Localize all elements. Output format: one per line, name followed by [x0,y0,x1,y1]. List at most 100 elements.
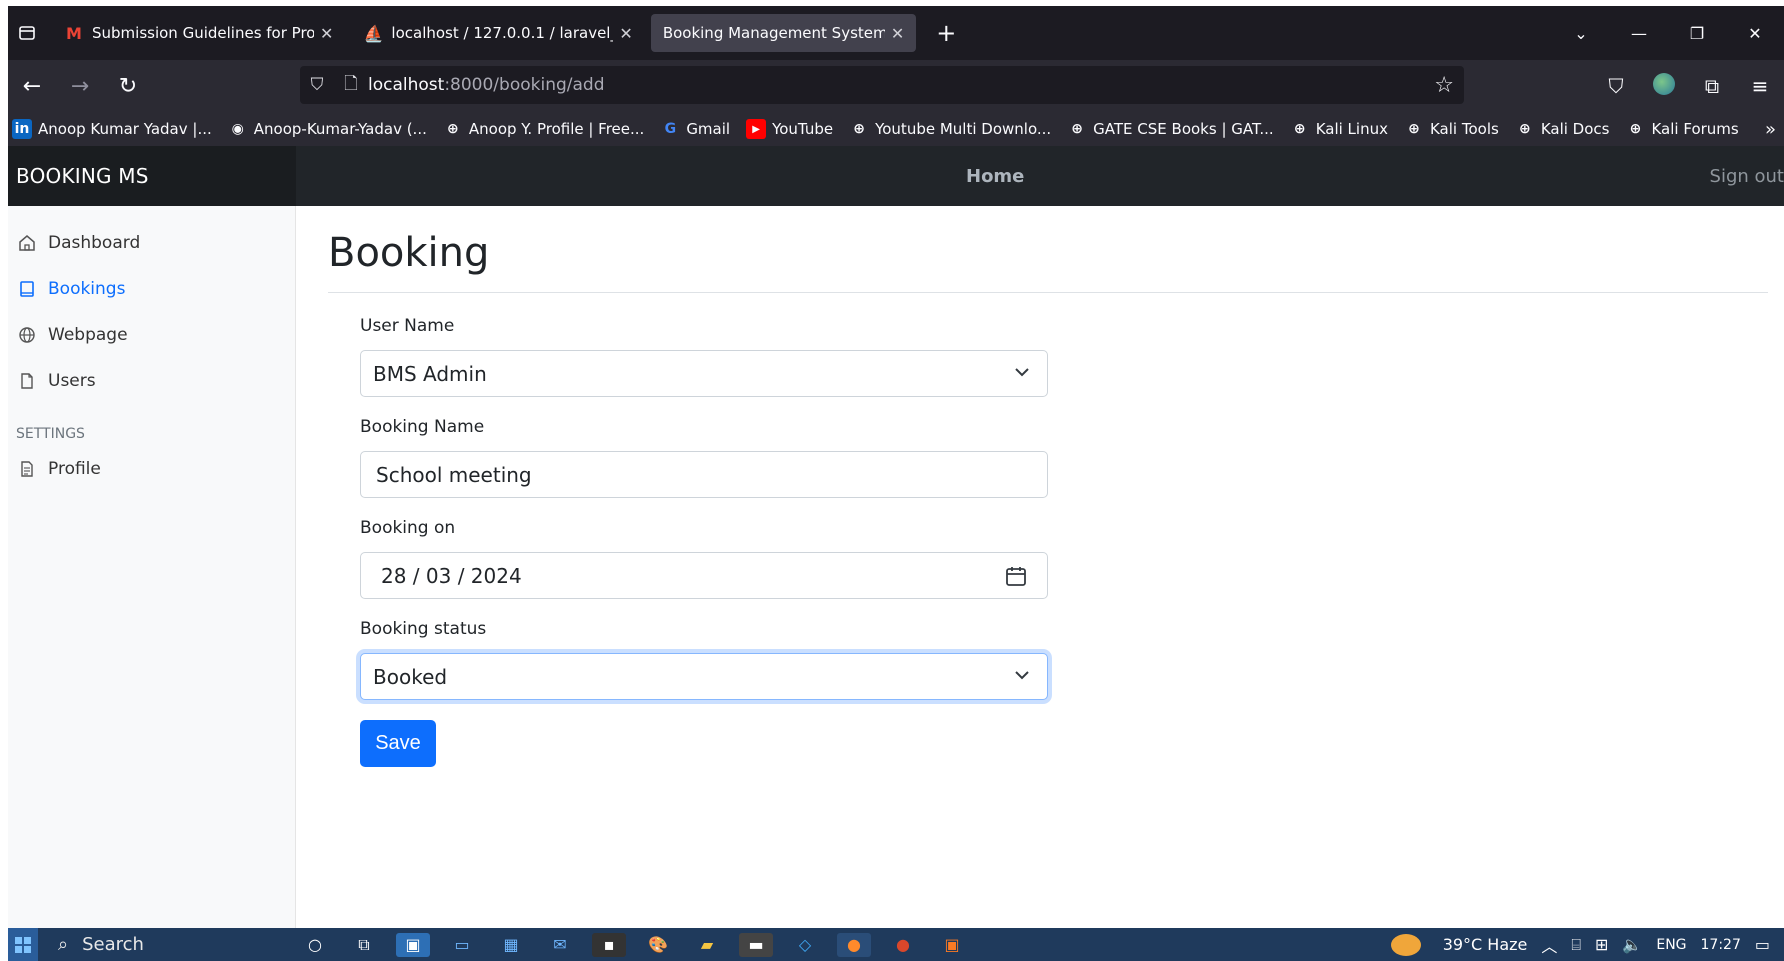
firefox-icon[interactable]: ● [837,932,871,957]
bookmark-item[interactable]: in Anoop Kumar Yadav |... [12,119,212,139]
bookmark-item[interactable]: ⊕ Kali Forums [1625,119,1739,139]
battery-icon[interactable]: ⌸ [1571,935,1581,955]
shield-icon[interactable]: ⛉ [300,75,334,95]
extensions-icon[interactable]: ⧉ [1688,74,1736,98]
booking-status-select[interactable]: Booked [360,653,1048,700]
menu-icon[interactable]: ≡ [1736,74,1784,98]
nav-home-link[interactable]: Home [966,146,1024,206]
bookmark-item[interactable]: ▶ YouTube [746,119,833,139]
bookmark-label: Kali Docs [1540,120,1610,138]
user-name-group: User Name BMS Admin [360,316,1048,397]
app-icon[interactable]: ▣ [396,932,430,957]
page-title: Booking [328,230,490,276]
account-icon[interactable] [1640,72,1688,100]
globe-icon: ⊕ [853,121,865,137]
tab-title: Submission Guidelines for Proje [92,24,314,42]
bookmark-item[interactable]: ⊕ Kali Linux [1290,119,1388,139]
sidebar-item-profile[interactable]: Profile [8,446,295,492]
reload-icon[interactable]: ↻ [104,74,152,99]
bookmark-item[interactable]: ⊕ GATE CSE Books | GAT... [1067,119,1273,139]
pocket-icon[interactable]: ⛉ [1592,74,1640,98]
language-indicator[interactable]: ENG [1656,937,1686,953]
new-tab-icon[interactable]: + [936,19,956,47]
folder-icon[interactable]: ▰ [690,933,724,957]
bookmark-item[interactable]: ◉ Anoop-Kumar-Yadav (... [228,119,427,139]
browser-nav-bar: ← → ↻ ⛉ 🗋 localhost:8000/booking/add ☆ ⛉… [8,60,1784,112]
store-icon[interactable]: ▦ [494,933,528,957]
booking-name-field[interactable]: School meeting [360,451,1048,498]
booking-form: User Name BMS Admin Booking Name School … [360,316,1048,767]
booking-date-value: 28 / 03 / 2024 [381,563,522,588]
sidebar-item-users[interactable]: Users [8,358,295,404]
close-icon[interactable]: ✕ [619,24,632,43]
close-icon[interactable]: ✕ [891,24,904,43]
booking-on-label: Booking on [360,518,456,538]
booking-status-label: Booking status [360,619,487,639]
weather-text[interactable]: 39°C Haze [1443,935,1528,954]
sidebar: Dashboard Bookings Webpage Users SETTING… [8,206,296,928]
browser-tab-2[interactable]: ⛵ localhost / 127.0.0.1 / laravel_br ✕ [351,14,644,52]
weather-icon [1390,933,1421,956]
browser-tab-bar: M Submission Guidelines for Proje ✕ ⛵ lo… [8,6,1784,60]
bookmark-item[interactable]: ⊕ Kali Docs [1515,119,1610,139]
terminal-icon[interactable]: ▪ [592,932,626,957]
restore-icon[interactable]: ❐ [1668,24,1726,43]
xampp-icon[interactable]: ▣ [935,933,969,957]
bookmark-label: Gmail [686,120,731,138]
windows-start-icon[interactable] [8,928,38,961]
sidebar-item-label: Profile [48,459,101,479]
url-bar[interactable]: ⛉ 🗋 localhost:8000/booking/add ☆ [300,66,1464,104]
bookmark-label: YouTube [772,120,834,138]
forward-icon[interactable]: → [56,74,104,99]
taskbar-search[interactable]: ⌕ Search [58,934,298,955]
back-icon[interactable]: ← [8,74,56,99]
bookmark-item[interactable]: ⊕ Anoop Y. Profile | Free... [443,119,644,139]
tab-title: localhost / 127.0.0.1 / laravel_br [391,24,614,42]
bookmark-item[interactable]: ⊕ Kali Tools [1404,119,1499,139]
globe-icon: ⊕ [447,121,459,137]
browser-tab-3[interactable]: Booking Management System | Log ✕ [650,14,917,52]
task-view-icon[interactable]: ⧉ [347,933,381,957]
brand-logo[interactable]: BOOKING MS [8,146,296,206]
save-button[interactable]: Save [360,720,436,767]
booking-name-group: Booking Name School meeting [360,417,1048,498]
close-icon[interactable]: ✕ [320,24,333,43]
powerpoint-icon[interactable]: ● [886,933,920,957]
browser-tab-1[interactable]: M Submission Guidelines for Proje ✕ [52,14,345,52]
vscode-icon[interactable]: ◇ [788,933,822,957]
chevron-down-icon [1015,368,1029,377]
sign-out-link[interactable]: Sign out [1710,146,1784,206]
booking-date-field[interactable]: 28 / 03 / 2024 [360,552,1048,599]
user-name-label: User Name [360,316,455,336]
notification-icon[interactable]: ▭ [1755,935,1770,954]
bookmarks-bar: in Anoop Kumar Yadav |... ◉ Anoop-Kumar-Ya… [8,112,1784,146]
desktop-icon[interactable]: ▭ [445,933,479,957]
paint-icon[interactable]: 🎨 [641,933,675,957]
clock[interactable]: 17:27 [1701,937,1741,953]
user-name-select[interactable]: BMS Admin [360,350,1048,397]
cmd-icon[interactable]: ▬ [739,932,773,957]
mail-icon[interactable]: ✉ [543,933,577,957]
search-icon: ⌕ [58,934,69,955]
cortana-icon[interactable]: ○ [298,933,332,957]
chevron-down-icon[interactable]: ⌄ [1552,24,1610,43]
chevron-up-icon[interactable]: ︿ [1541,933,1557,957]
bookmark-item[interactable]: ⊕ Youtube Multi Downlo... [849,119,1051,139]
calendar-icon[interactable] [1005,565,1027,587]
sidebar-item-bookings[interactable]: Bookings [8,266,295,312]
tab-list-icon[interactable] [8,6,46,60]
booking-name-label: Booking Name [360,417,485,437]
chevron-right-icon[interactable]: » [1765,119,1776,140]
chevron-down-icon [1015,671,1029,680]
sidebar-item-webpage[interactable]: Webpage [8,312,295,358]
booking-status-group: Booking status Booked [360,619,1048,700]
minimize-icon[interactable]: — [1610,24,1668,43]
divider [328,292,1768,293]
network-icon[interactable]: ⊞ [1595,935,1608,954]
sidebar-item-dashboard[interactable]: Dashboard [8,220,295,266]
google-icon: G [664,121,677,137]
close-window-icon[interactable]: ✕ [1726,24,1784,43]
bookmark-item[interactable]: G Gmail [660,119,731,139]
star-icon[interactable]: ☆ [1434,73,1454,98]
volume-icon[interactable]: 🔈 [1622,935,1642,954]
